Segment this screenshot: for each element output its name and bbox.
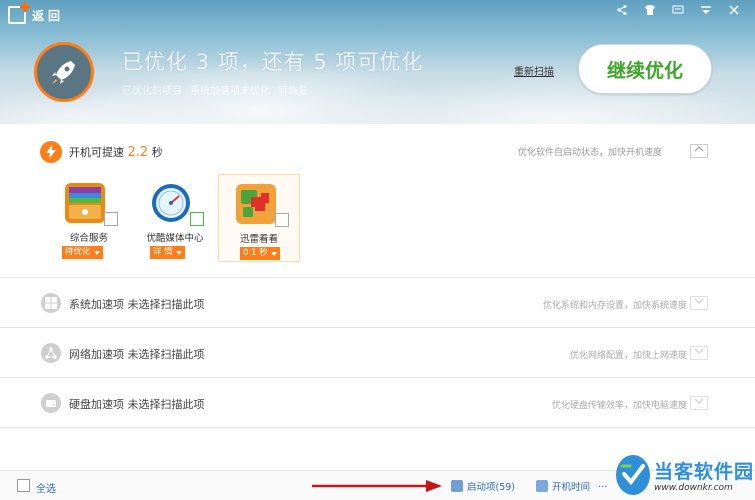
boot-description: 优化软件自启动状态，加快开机速度 bbox=[518, 148, 663, 158]
back-label: 返回 bbox=[32, 8, 65, 23]
section-title: 网络加速项 未选择扫描此项 bbox=[69, 348, 205, 361]
item-dropdown-label: 0.1 秒 bbox=[243, 248, 268, 258]
continue-optimize-button[interactable]: 继续优化 bbox=[578, 44, 712, 94]
lightning-icon bbox=[40, 141, 62, 163]
boot-time-link[interactable]: 开机时间 bbox=[536, 479, 590, 493]
boot-speedup-section: 开机可提速 2.2 秒 优化软件自启动状态，加快开机速度 综合服务 待优化 优酷… bbox=[0, 124, 755, 278]
watermark-title: 当客软件园 bbox=[653, 460, 754, 483]
skin-icon[interactable] bbox=[643, 4, 657, 18]
xunlei-kankan-icon bbox=[235, 183, 277, 225]
more-label: … bbox=[598, 479, 608, 490]
network-speedup-section: 网络加速项 未选择扫描此项 优化网络配置，加快上网速度 bbox=[0, 328, 755, 378]
item-dropdown[interactable]: 0.1 秒 bbox=[240, 247, 280, 260]
boot-time-label: 开机时间 bbox=[552, 482, 591, 493]
watermark-text: 当客软件园 www.downkr.com bbox=[654, 457, 754, 493]
app-logo-icon bbox=[8, 6, 26, 24]
boot-seconds: 2.2 bbox=[127, 145, 149, 160]
startup-items-link[interactable]: 启动项(59) bbox=[451, 479, 515, 493]
subline-text: 已优化的项目 bbox=[122, 86, 182, 97]
select-all-label[interactable]: 全选 bbox=[36, 480, 56, 495]
item-dropdown-label: 详 情 bbox=[153, 247, 173, 257]
system-speedup-section: 系统加速项 未选择扫描此项 优化系统和内存设置，加快系统速度 bbox=[0, 278, 755, 328]
youku-media-icon bbox=[150, 182, 192, 224]
startup-icon bbox=[451, 480, 463, 492]
watermark-url: www.downkr.com bbox=[653, 482, 733, 493]
header-banner: 返回 已优化 3 项，还有 5 项可优化 已优化的项目 系统加速项未优化 可恢复… bbox=[0, 0, 755, 124]
more-link[interactable]: … bbox=[598, 479, 608, 490]
item-dropdown-label: 待优化 bbox=[65, 247, 91, 257]
rocket-icon bbox=[34, 42, 94, 102]
disk-speedup-section: 硬盘加速项 未选择扫描此项 优化硬盘传输效率，加快电脑速度 bbox=[0, 378, 755, 428]
section-description: 优化系统和内存设置，加快系统速度 bbox=[542, 301, 687, 311]
startup-item[interactable]: 迅雷看看 0.1 秒 bbox=[218, 174, 300, 262]
section-title: 硬盘加速项 未选择扫描此项 bbox=[69, 398, 205, 411]
windows-icon bbox=[41, 293, 61, 313]
chevron-down-icon bbox=[270, 251, 277, 256]
window-controls bbox=[615, 4, 741, 18]
clock-icon bbox=[536, 480, 548, 492]
header-subline: 已优化的项目 系统加速项未优化 可恢复 bbox=[122, 82, 308, 97]
section-description: 优化硬盘传输效率，加快电脑速度 bbox=[551, 401, 687, 411]
item-name: 迅雷看看 bbox=[239, 234, 278, 245]
boot-title-prefix: 开机可提速 bbox=[69, 146, 124, 159]
rescan-link[interactable]: 重新扫描 bbox=[514, 63, 554, 78]
message-icon[interactable] bbox=[671, 4, 685, 18]
red-arrow-icon bbox=[312, 480, 442, 492]
item-checkbox[interactable] bbox=[190, 212, 204, 226]
close-icon[interactable] bbox=[727, 4, 741, 18]
service-icon bbox=[64, 182, 106, 224]
select-all-checkbox[interactable] bbox=[17, 479, 30, 492]
item-name: 优酷媒体中心 bbox=[146, 233, 204, 244]
boot-title: 开机可提速 2.2 秒 bbox=[69, 144, 163, 160]
harddisk-icon bbox=[41, 393, 61, 413]
page-title: 已优化 3 项，还有 5 项可优化 bbox=[122, 50, 424, 74]
item-name: 综合服务 bbox=[69, 233, 108, 244]
subline-text[interactable]: 可恢复 bbox=[278, 82, 308, 97]
back-button[interactable]: 返回 bbox=[4, 4, 72, 26]
menu-icon[interactable] bbox=[699, 4, 713, 18]
chevron-down-icon bbox=[175, 250, 182, 255]
collapse-button[interactable] bbox=[690, 144, 708, 158]
startup-item[interactable]: 优酷媒体中心 详 情 bbox=[134, 174, 216, 262]
expand-button[interactable] bbox=[690, 346, 708, 360]
item-dropdown[interactable]: 待优化 bbox=[62, 246, 103, 259]
startup-item[interactable]: 综合服务 待优化 bbox=[48, 174, 130, 262]
share-icon[interactable] bbox=[615, 4, 629, 18]
site-watermark: 当客软件园 www.downkr.com bbox=[616, 449, 754, 500]
item-checkbox[interactable] bbox=[104, 212, 118, 226]
startup-items-label: 启动项(59) bbox=[467, 482, 516, 493]
item-dropdown[interactable]: 详 情 bbox=[150, 246, 185, 259]
watermark-logo-icon bbox=[616, 454, 650, 495]
expand-button[interactable] bbox=[690, 396, 708, 410]
expand-button[interactable] bbox=[690, 296, 708, 310]
section-title: 系统加速项 未选择扫描此项 bbox=[69, 298, 205, 311]
chevron-down-icon bbox=[93, 250, 100, 255]
subline-text[interactable]: 系统加速项未优化 bbox=[190, 82, 270, 97]
item-checkbox[interactable] bbox=[275, 213, 289, 227]
boot-unit: 秒 bbox=[151, 146, 163, 159]
network-icon bbox=[41, 343, 61, 363]
section-description: 优化网络配置，加快上网速度 bbox=[569, 351, 687, 361]
